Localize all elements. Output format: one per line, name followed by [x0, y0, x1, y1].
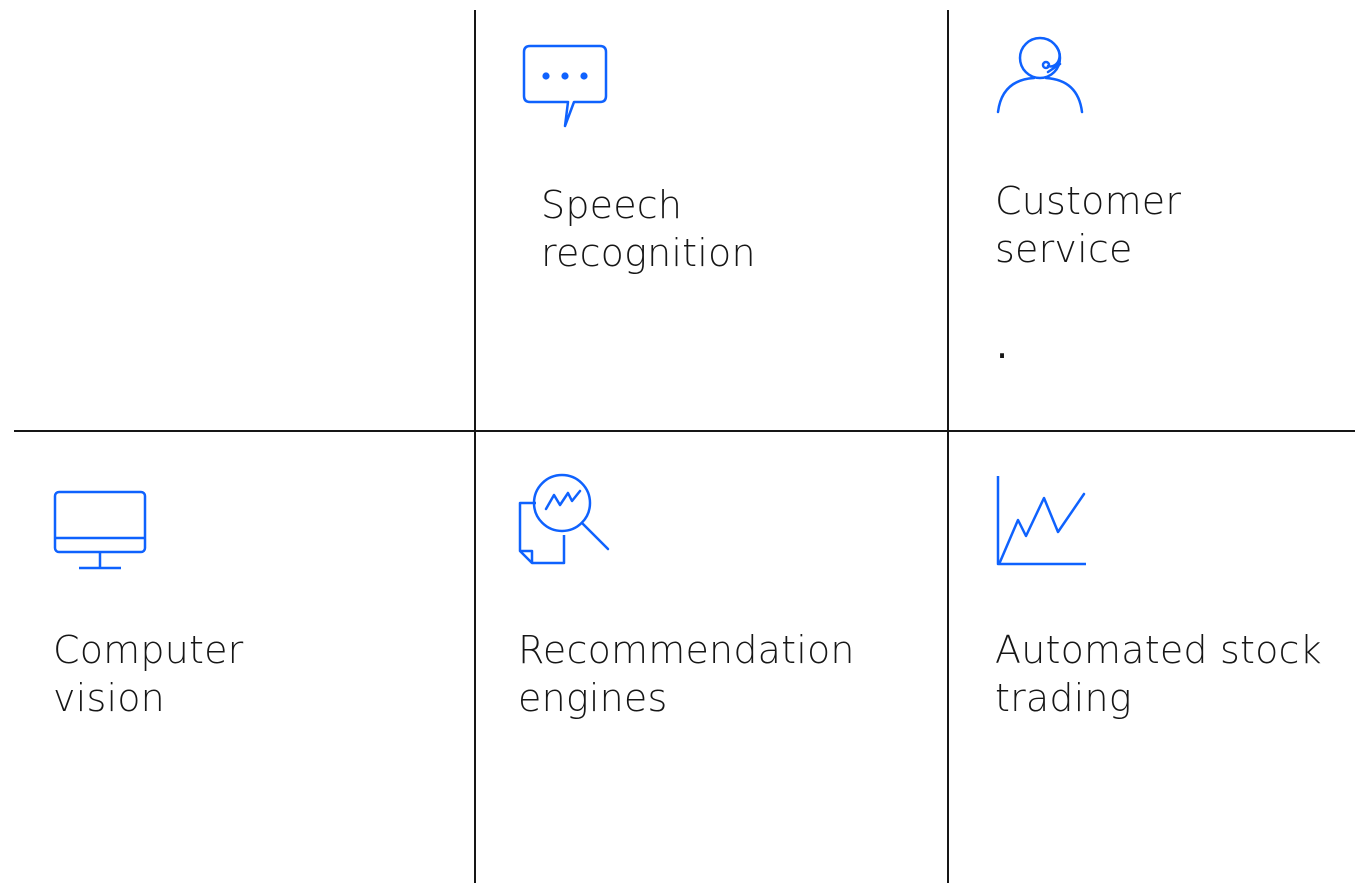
grid-divider-horizontal — [14, 430, 1355, 432]
recommendation-engines-label: Recommendation engines — [518, 628, 855, 720]
monitor-icon — [53, 490, 147, 570]
chat-bubble-icon — [522, 44, 608, 128]
customer-service-label: Customer service — [995, 179, 1182, 271]
line-chart-icon — [996, 474, 1088, 566]
grid-divider-vertical-left — [474, 10, 476, 883]
customer-service-note: . — [996, 323, 1009, 367]
document-search-icon — [518, 473, 612, 567]
grid-divider-vertical-right — [947, 10, 949, 883]
agent-headset-icon — [996, 32, 1084, 114]
automated-stock-trading-label: Automated stock trading — [995, 628, 1322, 720]
speech-recognition-label: Speech recognition — [541, 183, 756, 275]
use-case-grid: Speech recognition Customer service . Co… — [0, 0, 1355, 883]
computer-vision-label: Computer vision — [53, 628, 244, 720]
